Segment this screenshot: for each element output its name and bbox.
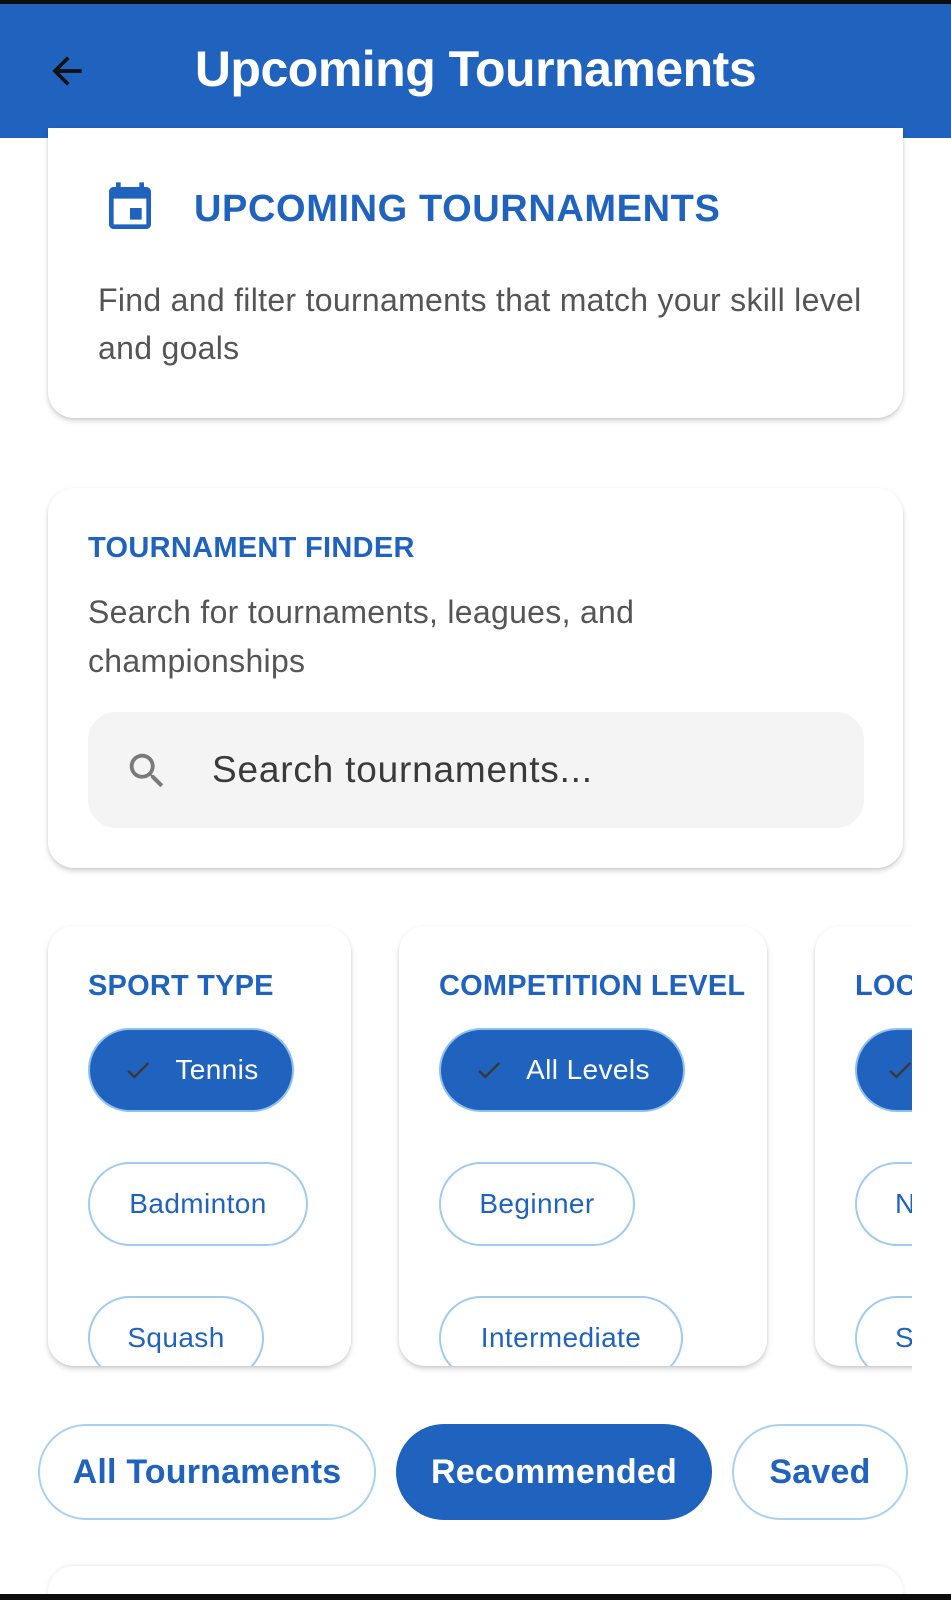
intro-title: UPCOMING TOURNAMENTS — [194, 188, 721, 230]
search-input[interactable] — [212, 742, 832, 798]
tab-recommended[interactable]: Recommended — [396, 1424, 712, 1520]
filter-title: LOCA — [855, 970, 912, 1002]
search-icon — [129, 753, 164, 788]
intro-card: UPCOMING TOURNAMENTS Find and filter tou… — [48, 128, 903, 418]
chip-label: N — [895, 1188, 912, 1219]
app-bar: Upcoming Tournaments — [0, 0, 951, 138]
chip-location-selected[interactable] — [855, 1028, 912, 1112]
chip-intermediate[interactable]: Intermediate — [439, 1296, 683, 1366]
filter-title: SPORT TYPE — [88, 970, 274, 1002]
chip-squash[interactable]: Squash — [88, 1296, 264, 1366]
chip-label: Tennis — [175, 1054, 259, 1085]
chip-label: S — [895, 1322, 912, 1353]
chip-label: Badminton — [129, 1188, 267, 1219]
tab-all-tournaments[interactable]: All Tournaments — [38, 1424, 376, 1520]
tab-label: All Tournaments — [72, 1452, 342, 1491]
finder-description: Search for tournaments, leagues, and cha… — [88, 594, 635, 679]
screen-bottom-edge — [0, 1594, 951, 1600]
competition-level-filter-card: COMPETITION LEVEL All Levels Beginner In… — [399, 926, 767, 1366]
chip-badminton[interactable]: Badminton — [88, 1162, 308, 1246]
filter-title: COMPETITION LEVEL — [439, 970, 746, 1002]
calendar-icon — [109, 182, 151, 229]
finder-title: TOURNAMENT FINDER — [88, 532, 415, 564]
chip-tennis[interactable]: Tennis — [88, 1028, 294, 1112]
chip-location-s[interactable]: S — [855, 1296, 912, 1366]
tab-label: Saved — [769, 1452, 871, 1491]
tab-saved[interactable]: Saved — [732, 1424, 908, 1520]
tournament-finder-card: TOURNAMENT FINDER Search for tournaments… — [48, 488, 903, 868]
chip-all-levels[interactable]: All Levels — [439, 1028, 685, 1112]
check-icon — [127, 1061, 150, 1079]
sport-type-filter-card: SPORT TYPE Tennis Badminton Squash — [48, 926, 351, 1366]
tab-label: Recommended — [431, 1452, 677, 1491]
chip-label: Beginner — [479, 1188, 595, 1219]
chip-label: Squash — [127, 1322, 225, 1353]
check-icon — [478, 1061, 501, 1079]
intro-description: Find and filter tournaments that match y… — [98, 282, 862, 366]
chip-location-n[interactable]: N — [855, 1162, 912, 1246]
location-filter-card: LOCA N S — [815, 926, 912, 1366]
search-bar[interactable] — [88, 712, 864, 828]
filter-carousel[interactable]: SPORT TYPE Tennis Badminton Squash COMPE… — [0, 918, 912, 1378]
chip-label: Intermediate — [480, 1322, 642, 1353]
chip-label: All Levels — [526, 1054, 650, 1085]
chip-beginner[interactable]: Beginner — [439, 1162, 635, 1246]
check-icon — [889, 1061, 912, 1079]
page-title: Upcoming Tournaments — [194, 41, 757, 97]
